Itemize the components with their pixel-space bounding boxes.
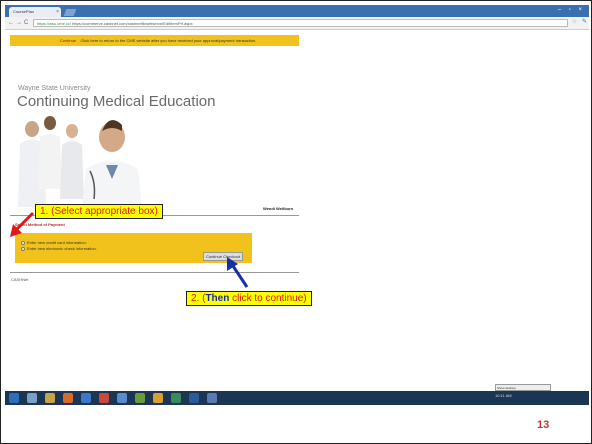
taskbar-app-icon[interactable] [117,393,127,403]
start-icon[interactable] [9,393,19,403]
windows-taskbar: 10:11 AM [5,391,589,405]
taskbar-app-icon[interactable] [153,393,163,403]
browser-screenshot: CoursePlan × – ▫ × ← → C https://wsu.cme… [5,5,589,405]
taskbar-app-icon[interactable] [45,393,55,403]
taskbar-app-icon[interactable] [135,393,145,403]
annotation-arrows [10,211,249,288]
taskbar-app-icon[interactable] [27,393,37,403]
taskbar-app-icon[interactable] [207,393,217,403]
page-number: 13 [537,419,550,431]
red-arrow-icon [10,211,35,237]
blue-arrow-icon [227,257,249,288]
slide: CoursePlan × – ▫ × ← → C https://wsu.cme… [0,0,592,444]
taskbar-app-icon[interactable] [189,393,199,403]
taskbar-app-icon[interactable] [81,393,91,403]
taskbar-tooltip: Show desktop [495,384,551,391]
tray-time: 10:11 AM [495,393,512,398]
taskbar-app-icon[interactable] [171,393,181,403]
taskbar-app-icon[interactable] [99,393,109,403]
taskbar-app-icon[interactable] [63,393,73,403]
system-tray[interactable]: 10:11 AM [495,393,512,398]
